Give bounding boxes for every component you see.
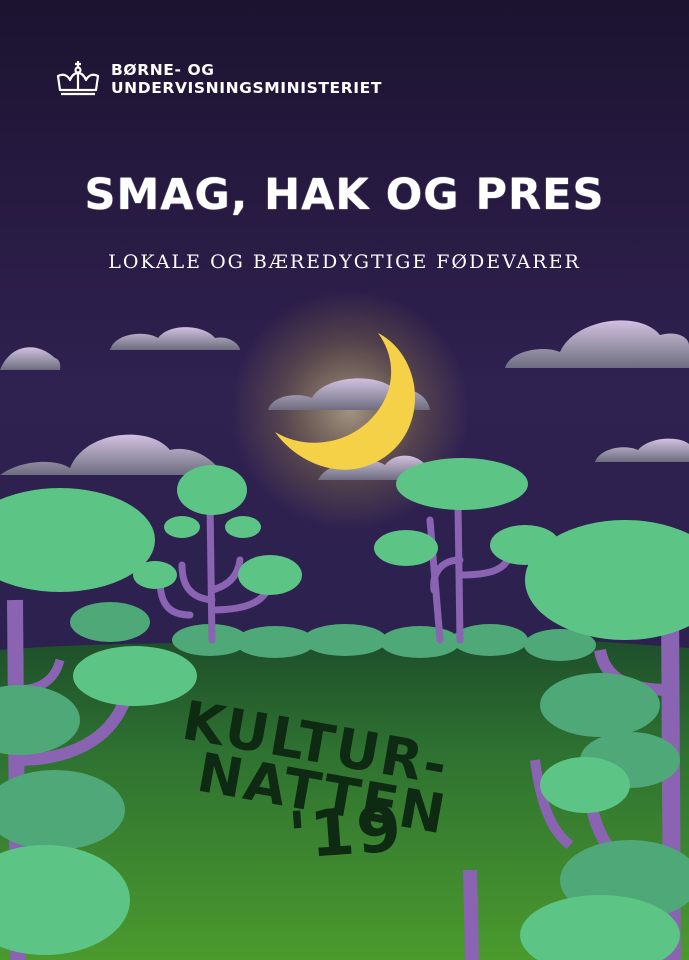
poster: BØRNE- OG UNDERVISNINGSMINISTERIET SMAG,…	[0, 0, 689, 960]
ministry-name: BØRNE- OG UNDERVISNINGSMINISTERIET	[111, 61, 382, 97]
ministry-line-1: BØRNE- OG	[111, 61, 215, 79]
poster-title: SMAG, HAK OG PRES	[84, 170, 605, 220]
event-line-3: '19	[286, 792, 406, 870]
crown-icon	[56, 61, 100, 96]
poster-subtitle: LOKALE OG BÆREDYGTIGE FØDEVARER	[108, 251, 581, 273]
center-trunk	[463, 869, 479, 960]
ministry-line-2: UNDERVISNINGSMINISTERIET	[111, 79, 382, 97]
ministry-logo: BØRNE- OG UNDERVISNINGSMINISTERIET	[55, 60, 382, 98]
event-lettering: KULTUR- NATTEN '19	[178, 690, 454, 870]
